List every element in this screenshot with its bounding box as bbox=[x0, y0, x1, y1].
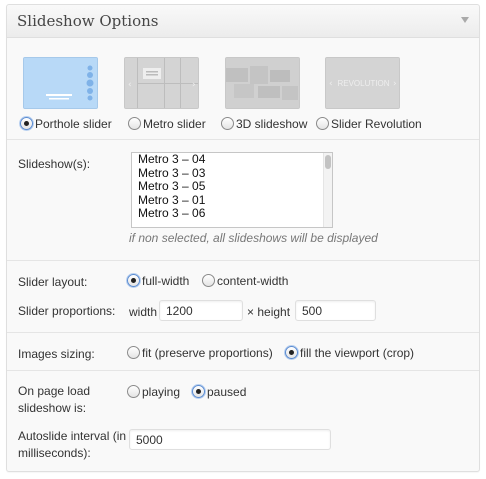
autoslide-label-line2: milliseconds): bbox=[18, 446, 91, 460]
slideshows-label: Slideshow(s): bbox=[18, 157, 91, 171]
images-sizing-label: Images sizing: bbox=[18, 347, 95, 361]
list-item[interactable]: Metro 3 – 03 bbox=[132, 166, 332, 181]
3d-slideshow-label: 3D slideshow bbox=[236, 116, 308, 131]
page-load-label-line1: On page load bbox=[18, 384, 91, 398]
slider-type-section: ‹ › ‹ › REVOLUTION Porthole slider Metro… bbox=[7, 39, 479, 140]
radio-fill-viewport[interactable]: fill the viewport (crop) bbox=[285, 345, 414, 360]
radio-paused[interactable]: paused bbox=[192, 384, 246, 399]
svg-text:‹: ‹ bbox=[128, 80, 132, 90]
slideshows-hint: if non selected, all slideshows will be … bbox=[129, 231, 378, 245]
radio-metro-slider[interactable]: Metro slider bbox=[128, 116, 206, 131]
playing-radio[interactable] bbox=[127, 385, 140, 399]
porthole-radio[interactable] bbox=[20, 117, 33, 131]
content-width-radio[interactable] bbox=[202, 274, 215, 288]
scrollbar-thumb[interactable] bbox=[325, 155, 331, 169]
metro-slider-thumb[interactable]: ‹ › bbox=[124, 57, 199, 109]
slider-layout-label: Slider layout: bbox=[18, 275, 88, 289]
fit-label: fit (preserve proportions) bbox=[142, 345, 273, 360]
list-item[interactable]: Metro 3 – 01 bbox=[132, 193, 332, 208]
porthole-slider-label: Porthole slider bbox=[35, 116, 112, 131]
svg-text:‹: ‹ bbox=[329, 79, 333, 89]
autoslide-label-line1: Autoslide interval (in bbox=[18, 429, 127, 443]
list-item[interactable]: Metro 3 – 04 bbox=[132, 153, 332, 167]
radio-fit[interactable]: fit (preserve proportions) bbox=[127, 345, 273, 360]
porthole-slider-thumb[interactable] bbox=[23, 57, 98, 109]
layout-section bbox=[7, 261, 479, 333]
collapse-arrow-icon[interactable] bbox=[461, 17, 469, 23]
width-label: width bbox=[129, 305, 158, 319]
full-width-label: full-width bbox=[142, 273, 190, 288]
porthole-preview-icon bbox=[24, 58, 97, 108]
width-input[interactable]: 1200 bbox=[159, 300, 243, 321]
radio-porthole-slider[interactable]: Porthole slider bbox=[20, 116, 112, 131]
revolution-thumb-text: REVOLUTION bbox=[337, 79, 389, 88]
3d-radio[interactable] bbox=[221, 117, 234, 131]
list-item[interactable]: Metro 3 – 05 bbox=[132, 180, 332, 194]
full-width-radio[interactable] bbox=[127, 274, 140, 288]
svg-text:›: › bbox=[192, 80, 196, 90]
revolution-radio[interactable] bbox=[316, 117, 329, 131]
radio-3d-slideshow[interactable]: 3D slideshow bbox=[221, 116, 307, 131]
slider-revolution-label: Slider Revolution bbox=[331, 116, 422, 131]
3d-slideshow-thumb[interactable] bbox=[225, 57, 300, 109]
svg-text:›: › bbox=[393, 79, 397, 89]
height-label: × height bbox=[247, 305, 291, 319]
playing-label: playing bbox=[142, 384, 181, 399]
fill-viewport-label: fill the viewport (crop) bbox=[300, 345, 415, 360]
radio-slider-revolution[interactable]: Slider Revolution bbox=[316, 116, 422, 131]
fill-viewport-radio[interactable] bbox=[285, 346, 298, 360]
page-load-label-line2: slideshow is: bbox=[18, 401, 87, 415]
autoslide-interval-input[interactable]: 5000 bbox=[129, 429, 331, 450]
slideshow-options-panel: Slideshow Options ‹ › ‹ › REVOLUTION Por… bbox=[6, 4, 480, 472]
listbox-scrollbar[interactable] bbox=[323, 153, 332, 227]
panel-header[interactable]: Slideshow Options bbox=[7, 5, 479, 38]
paused-radio[interactable] bbox=[192, 385, 205, 399]
radio-playing[interactable]: playing bbox=[127, 384, 180, 399]
3d-preview-icon bbox=[226, 58, 299, 108]
height-input[interactable]: 500 bbox=[295, 300, 376, 321]
slider-proportions-label: Slider proportions: bbox=[18, 304, 116, 318]
radio-full-width[interactable]: full-width bbox=[127, 273, 189, 288]
metro-radio[interactable] bbox=[128, 117, 141, 131]
list-item[interactable]: Metro 3 – 06 bbox=[132, 207, 332, 221]
revolution-preview-icon: ‹ › REVOLUTION bbox=[326, 58, 399, 108]
radio-content-width[interactable]: content-width bbox=[202, 273, 288, 288]
content-width-label: content-width bbox=[217, 273, 289, 288]
metro-slider-label: Metro slider bbox=[143, 116, 206, 131]
metro-preview-icon: ‹ › bbox=[125, 58, 198, 108]
paused-label: paused bbox=[207, 384, 247, 399]
slider-revolution-thumb[interactable]: ‹ › REVOLUTION bbox=[325, 57, 400, 109]
panel-title: Slideshow Options bbox=[17, 12, 159, 30]
fit-radio[interactable] bbox=[127, 346, 140, 360]
slideshows-select[interactable]: Metro 3 – 04 Metro 3 – 03 Metro 3 – 05 M… bbox=[131, 152, 333, 228]
